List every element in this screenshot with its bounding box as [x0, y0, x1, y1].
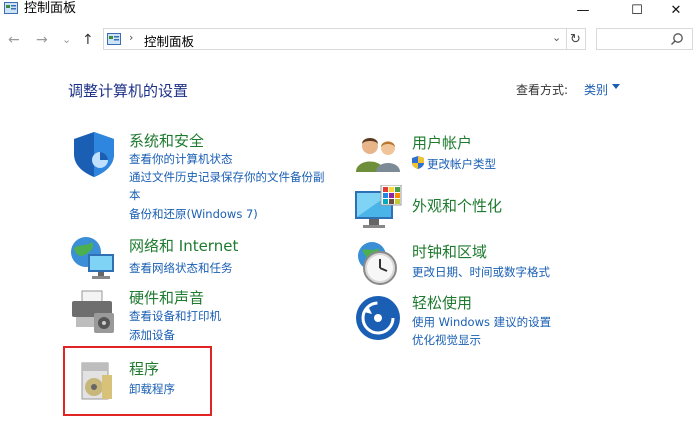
control-panel-icon — [107, 33, 121, 45]
uac-shield-icon — [412, 156, 424, 169]
link-change-date-time-format[interactable]: 更改日期、时间或数字格式 — [412, 264, 550, 281]
link-change-account-type[interactable]: 更改帐户类型 — [427, 156, 496, 173]
back-button[interactable]: ← — [8, 32, 20, 48]
category-clock-region[interactable]: 时钟和区域 — [412, 243, 487, 261]
link-devices-printers[interactable]: 查看设备和打印机 — [129, 308, 221, 325]
link-view-computer-status[interactable]: 查看你的计算机状态 — [129, 151, 233, 168]
users-icon[interactable] — [354, 134, 404, 174]
network-icon[interactable] — [68, 234, 120, 282]
up-button[interactable]: ↑ — [82, 32, 94, 48]
category-hardware-sound[interactable]: 硬件和声音 — [129, 289, 204, 307]
view-by-dropdown[interactable]: 类别 — [584, 81, 608, 98]
breadcrumb-separator-icon[interactable]: › — [129, 31, 133, 44]
recent-locations-button[interactable]: ⌄ — [62, 32, 71, 48]
refresh-button[interactable]: ↻ — [566, 28, 586, 50]
address-dropdown-icon[interactable]: ⌄ — [552, 31, 561, 44]
window-title: 控制面板 — [24, 1, 77, 16]
minimize-button[interactable]: — — [560, 0, 606, 20]
category-user-accounts[interactable]: 用户帐户 — [412, 134, 472, 152]
link-optimize-visual-display[interactable]: 优化视觉显示 — [412, 332, 481, 349]
category-appearance-personalization[interactable]: 外观和个性化 — [412, 197, 502, 215]
printer-icon[interactable] — [68, 289, 118, 335]
close-button[interactable]: ✕ — [653, 0, 697, 20]
monitor-icon[interactable] — [353, 185, 403, 233]
forward-button[interactable]: → — [36, 32, 48, 48]
link-network-status[interactable]: 查看网络状态和任务 — [129, 260, 233, 277]
category-ease-of-access[interactable]: 轻松使用 — [412, 294, 472, 312]
control-panel-icon — [4, 2, 18, 14]
clock-globe-icon[interactable] — [354, 240, 402, 288]
ease-of-access-icon[interactable] — [354, 294, 402, 342]
page-title: 调整计算机的设置 — [68, 82, 189, 100]
view-by-arrow-icon[interactable] — [612, 84, 620, 89]
search-icon[interactable] — [670, 32, 684, 46]
shield-icon[interactable] — [70, 130, 118, 178]
category-system-security[interactable]: 系统和安全 — [129, 132, 204, 150]
link-windows-recommended-settings[interactable]: 使用 Windows 建议的设置 — [412, 314, 551, 331]
link-backup-restore[interactable]: 备份和还原(Windows 7) — [129, 206, 258, 223]
category-network-internet[interactable]: 网络和 Internet — [129, 237, 238, 255]
programs-highlight-box — [63, 346, 212, 416]
link-file-history-backup-cont[interactable]: 本 — [129, 187, 141, 204]
link-file-history-backup[interactable]: 通过文件历史记录保存你的文件备份副 — [129, 169, 325, 186]
link-add-device[interactable]: 添加设备 — [129, 327, 175, 344]
view-by-label: 查看方式: — [516, 83, 569, 97]
breadcrumb-control-panel[interactable]: 控制面板 — [144, 31, 194, 50]
